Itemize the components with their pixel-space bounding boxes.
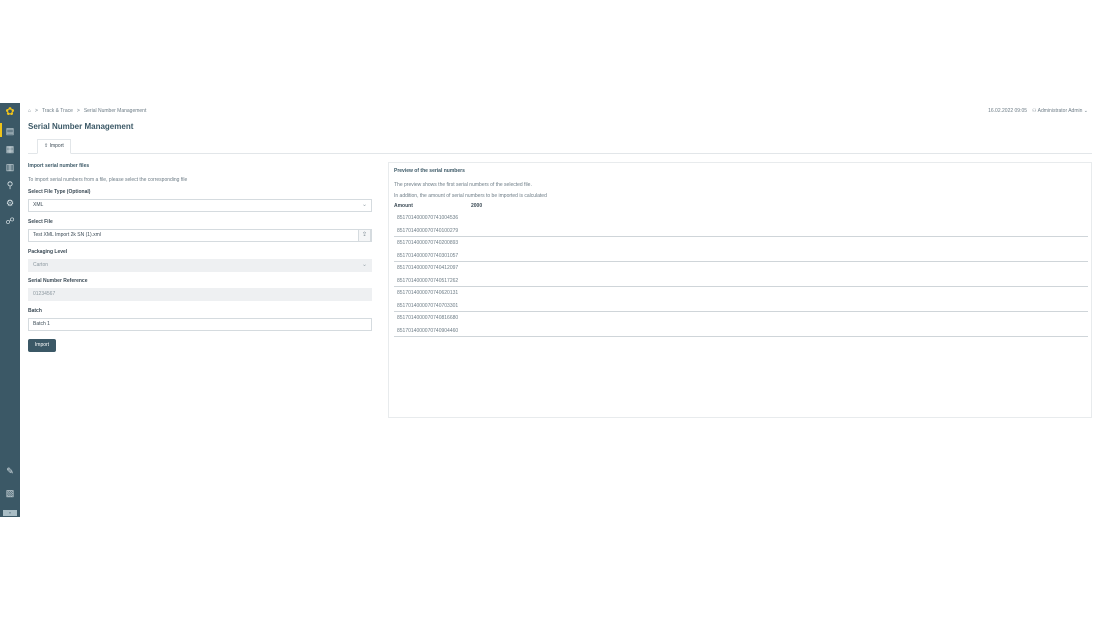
sidebar: ✿ ▤ ▦ ▥ ⚲ ⚙ ☍ ✎ ▧ » <box>0 103 20 517</box>
packaging-level-value: Carton <box>33 262 49 268</box>
list-item: 8517014000070740904460 <box>394 325 1088 337</box>
batch-label: Batch <box>28 308 42 314</box>
section-title: Import serial number files <box>28 163 90 169</box>
report-icon[interactable]: ▧ <box>4 487 16 499</box>
chevron-down-icon: ⌄ <box>1083 108 1088 114</box>
tab-import[interactable]: ⇪ Import <box>37 139 71 154</box>
list-item: 8517014000070740301057 <box>394 250 1088 262</box>
document-icon[interactable]: ▤ <box>4 125 16 137</box>
tab-import-label: Import <box>49 143 64 149</box>
list-item: 8517014000070740200893 <box>397 240 459 246</box>
serial-reference-label: Serial Number Reference <box>28 278 88 284</box>
list-item: 8517014000070740620131 <box>397 290 459 296</box>
edit-icon[interactable]: ✎ <box>4 465 16 477</box>
upload-icon: ⇪ <box>44 143 49 149</box>
amount-row: Amount 2000 <box>394 203 482 209</box>
logo-icon[interactable]: ✿ <box>4 106 16 118</box>
chart-icon[interactable]: ▥ <box>4 161 16 173</box>
packaging-level-select: Carton ⌄ <box>28 259 372 272</box>
help-text: To import serial numbers from a file, pl… <box>28 177 188 183</box>
list-item: 8517014000070740703301 <box>394 300 1088 312</box>
sidebar-active-indicator <box>0 123 2 137</box>
datetime: 16.02.2022 09:05 <box>988 108 1028 114</box>
preview-text-2: In addition, the amount of serial number… <box>394 193 547 199</box>
user-icon: ⚇ <box>1032 108 1037 114</box>
breadcrumb-separator: > <box>76 108 80 114</box>
list-item: 8517014000070740517262 <box>394 275 1088 287</box>
settings-icon[interactable]: ⚙ <box>4 197 16 209</box>
breadcrumb-item-track-trace[interactable]: Track & Trace <box>42 108 73 114</box>
preview-text-1: The preview shows the first serial numbe… <box>394 182 532 188</box>
app: ✿ ▤ ▦ ▥ ⚲ ⚙ ☍ ✎ ▧ » ⌂ > Track & Trace > … <box>0 103 1100 517</box>
batch-input[interactable]: Batch 1 <box>28 318 372 331</box>
amount-value: 2000 <box>471 203 483 209</box>
list-item: 8517014000070741004536 <box>397 215 459 221</box>
page-title: Serial Number Management <box>28 122 134 131</box>
user-name: Administrator Admin <box>1037 108 1083 114</box>
file-name: Test XML Import 2k SN (1).xml <box>33 232 101 238</box>
preview-title: Preview of the serial numbers <box>394 168 465 174</box>
serial-reference-value: 01234567 <box>33 291 56 297</box>
list-item: 8517014000070740100279 <box>394 225 1088 237</box>
main-content: ⌂ > Track & Trace > Serial Number Manage… <box>20 103 1100 517</box>
breadcrumb-separator: > <box>35 108 38 114</box>
user-menu[interactable]: ⚇ Administrator Admin ⌄ <box>1032 108 1088 114</box>
home-icon[interactable]: ⌂ <box>28 108 31 114</box>
batch-value: Batch 1 <box>33 321 50 327</box>
list-item: 8517014000070740412097 <box>397 265 459 271</box>
select-file-label: Select File <box>28 219 53 225</box>
hierarchy-icon[interactable]: ⚲ <box>4 179 16 191</box>
import-button[interactable]: Import <box>28 339 56 352</box>
serial-list: 8517014000070741004536 85170140000707401… <box>394 212 1088 337</box>
packaging-level-label: Packaging Level <box>28 249 68 255</box>
file-input[interactable]: Test XML Import 2k SN (1).xml ⇪ <box>28 229 372 242</box>
header-info: 16.02.2022 09:05 ⚇ Administrator Admin ⌄ <box>988 108 1088 114</box>
serial-reference-field: 01234567 <box>28 288 372 301</box>
breadcrumb-item-serial-number-management[interactable]: Serial Number Management <box>84 108 147 114</box>
upload-button[interactable]: ⇪ <box>358 229 371 242</box>
file-type-label: Select File Type (Optional) <box>28 189 91 195</box>
chevron-down-icon: ⌄ <box>361 202 367 208</box>
list-item: 8517014000070740816680 <box>397 315 459 321</box>
breadcrumb: ⌂ > Track & Trace > Serial Number Manage… <box>28 108 146 114</box>
amount-label: Amount <box>394 203 413 209</box>
users-icon[interactable]: ☍ <box>4 215 16 227</box>
file-type-value: XML <box>33 202 44 208</box>
collapse-sidebar-icon[interactable]: » <box>3 510 17 516</box>
preview-panel: Preview of the serial numbers The previe… <box>388 162 1092 418</box>
file-type-select[interactable]: XML ⌄ <box>28 199 372 212</box>
calendar-icon[interactable]: ▦ <box>4 143 16 155</box>
tab-bar: ⇪ Import <box>28 139 1092 154</box>
chevron-down-icon: ⌄ <box>361 262 367 268</box>
